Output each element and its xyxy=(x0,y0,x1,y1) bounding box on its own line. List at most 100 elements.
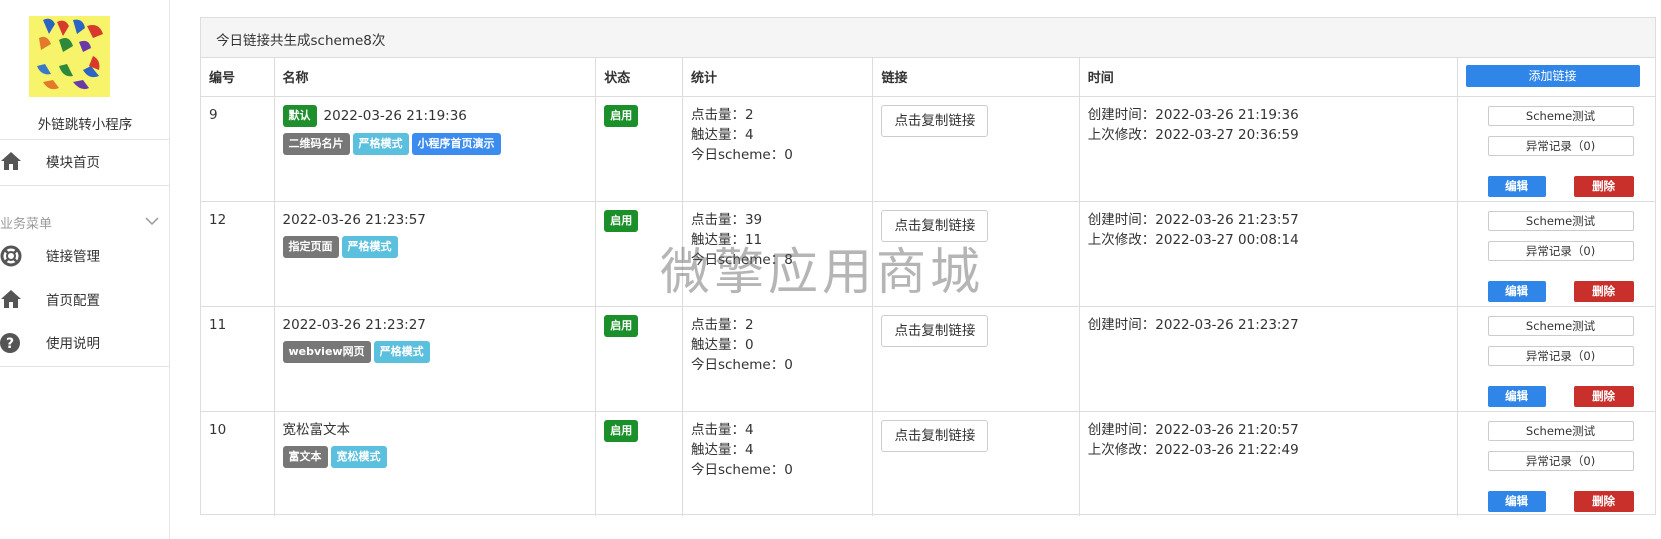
cell-link: 点击复制链接 xyxy=(872,306,1080,412)
col-header-name: 名称 xyxy=(274,58,597,97)
edit-button[interactable]: 编辑 xyxy=(1487,176,1546,197)
stat-line: 点击量：2 xyxy=(690,317,754,333)
edit-button[interactable]: 编辑 xyxy=(1487,386,1546,407)
time-line: 上次修改：2022-03-26 21:22:49 xyxy=(1087,442,1299,458)
sidebar-item-label: 链接管理 xyxy=(46,249,100,265)
delete-button[interactable]: 删除 xyxy=(1573,281,1634,302)
cell-link: 点击复制链接 xyxy=(872,96,1080,202)
edit-button[interactable]: 编辑 xyxy=(1487,491,1546,512)
sidebar-item-label: 首页配置 xyxy=(46,293,100,309)
scheme-test-button[interactable]: Scheme测试 xyxy=(1487,211,1634,231)
add-link-button[interactable]: 添加链接 xyxy=(1465,65,1640,87)
sidebar-item-label: 模块首页 xyxy=(46,155,100,171)
delete-button[interactable]: 删除 xyxy=(1573,386,1634,407)
time-line: 上次修改：2022-03-27 00:08:14 xyxy=(1087,232,1299,248)
question-icon: ? xyxy=(0,332,22,353)
link-tag: 指定页面 xyxy=(282,236,339,258)
error-log-button[interactable]: 异常记录（0) xyxy=(1487,346,1634,366)
link-tag: 严格模式 xyxy=(373,341,430,363)
panel-header: 今日链接共生成scheme8次 xyxy=(201,18,1655,58)
link-tag: 二维码名片 xyxy=(282,133,350,155)
cell-actions: Scheme测试 异常记录（0) 编辑 删除 xyxy=(1457,96,1655,202)
table-row: 10 宽松富文本 富文本 宽松模式 启用 点击量：4 触达量：4 今日scheme：0 点击复制… xyxy=(201,411,1655,517)
link-id: 10 xyxy=(209,422,227,438)
copy-link-button[interactable]: 点击复制链接 xyxy=(881,420,989,452)
link-tag: 富文本 xyxy=(282,446,328,468)
col-header-status: 状态 xyxy=(595,58,683,97)
cell-id: 11 xyxy=(201,306,275,412)
sidebar-item-home-config[interactable]: 首页配置 xyxy=(0,284,170,314)
table-row: 11 2022-03-26 21:23:27 webview网页 严格模式 启用 点击量：… xyxy=(201,306,1655,412)
sidebar-item-label: 使用说明 xyxy=(46,336,100,352)
home-icon xyxy=(0,289,22,309)
scheme-test-button[interactable]: Scheme测试 xyxy=(1487,316,1634,336)
cell-name: 2022-03-26 21:23:57 指定页面 严格模式 xyxy=(274,201,597,307)
time-line: 创建时间：2022-03-26 21:23:27 xyxy=(1087,317,1299,333)
chevron-down-icon xyxy=(145,215,159,230)
link-tag: 严格模式 xyxy=(352,133,409,155)
error-log-button[interactable]: 异常记录（0) xyxy=(1487,241,1634,261)
stat-line: 点击量：2 xyxy=(690,107,754,123)
cell-status: 启用 xyxy=(595,306,683,412)
copy-link-button[interactable]: 点击复制链接 xyxy=(881,105,989,137)
scheme-summary: 今日链接共生成scheme8次 xyxy=(216,33,386,49)
stat-line: 触达量：11 xyxy=(690,232,763,248)
table-row: 9 默认 2022-03-26 21:19:36 二维码名片 严格模式 小程序首页演示 启用… xyxy=(201,96,1655,202)
cell-time: 创建时间：2022-03-26 21:19:36 上次修改：2022-03-27 … xyxy=(1079,96,1458,202)
time-line: 上次修改：2022-03-27 20:36:59 xyxy=(1087,127,1299,143)
copy-link-button[interactable]: 点击复制链接 xyxy=(881,315,989,347)
sidebar-divider xyxy=(0,366,170,367)
cell-name: 2022-03-26 21:23:27 webview网页 严格模式 xyxy=(274,306,597,412)
link-name: 2022-03-26 21:23:27 xyxy=(282,317,426,333)
sidebar: 外链跳转小程序 模块首页 业务菜单 链接管理 首页配置 ? 使用说明 xyxy=(0,0,170,539)
cell-stats: 点击量：2 触达量：0 今日scheme：0 xyxy=(682,306,874,412)
stat-line: 触达量：4 xyxy=(690,442,754,458)
stat-line: 今日scheme：0 xyxy=(690,462,793,478)
link-tag: webview网页 xyxy=(282,341,371,363)
col-header-actions: 添加链接 xyxy=(1457,58,1655,97)
col-header-link: 链接 xyxy=(872,58,1080,97)
time-line: 创建时间：2022-03-26 21:20:57 xyxy=(1087,422,1299,438)
stat-line: 触达量：0 xyxy=(690,337,754,353)
table-row: 12 2022-03-26 21:23:57 指定页面 严格模式 启用 点击量：39 触达量… xyxy=(201,201,1655,307)
cell-time: 创建时间：2022-03-26 21:23:57 上次修改：2022-03-27 … xyxy=(1079,201,1458,307)
menu-group-business[interactable]: 业务菜单 xyxy=(0,209,170,235)
app-logo xyxy=(29,16,110,97)
error-log-button[interactable]: 异常记录（0) xyxy=(1487,451,1634,471)
cell-name: 宽松富文本 富文本 宽松模式 xyxy=(274,411,597,516)
status-badge: 启用 xyxy=(604,105,639,127)
cell-status: 启用 xyxy=(595,411,683,516)
sidebar-divider xyxy=(0,185,170,186)
edit-button[interactable]: 编辑 xyxy=(1487,281,1546,302)
link-tag: 小程序首页演示 xyxy=(411,133,501,155)
col-header-time: 时间 xyxy=(1079,58,1458,97)
links-panel: 今日链接共生成scheme8次 编号 名称 状态 统计 链接 时间 添加链接 9… xyxy=(200,17,1656,517)
scheme-test-button[interactable]: Scheme测试 xyxy=(1487,106,1634,126)
cell-time: 创建时间：2022-03-26 21:23:27 xyxy=(1079,306,1458,412)
cell-link: 点击复制链接 xyxy=(872,411,1080,516)
cell-stats: 点击量：4 触达量：4 今日scheme：0 xyxy=(682,411,874,516)
status-badge: 启用 xyxy=(604,315,639,337)
copy-link-button[interactable]: 点击复制链接 xyxy=(881,210,989,242)
default-badge: 默认 xyxy=(282,105,317,127)
error-log-button[interactable]: 异常记录（0) xyxy=(1487,136,1634,156)
scheme-test-button[interactable]: Scheme测试 xyxy=(1487,421,1634,441)
link-id: 12 xyxy=(209,212,227,228)
cell-actions: Scheme测试 异常记录（0) 编辑 删除 xyxy=(1457,306,1655,412)
lifebuoy-icon xyxy=(0,245,22,267)
cell-id: 12 xyxy=(201,201,275,307)
delete-button[interactable]: 删除 xyxy=(1573,176,1634,197)
delete-button[interactable]: 删除 xyxy=(1573,491,1634,512)
menu-group-label: 业务菜单 xyxy=(0,217,53,232)
app-name: 外链跳转小程序 xyxy=(37,117,133,133)
sidebar-item-module-home[interactable]: 模块首页 xyxy=(0,146,170,176)
home-icon xyxy=(0,151,22,171)
cell-actions: Scheme测试 异常记录（0) 编辑 删除 xyxy=(1457,412,1655,517)
col-header-stats: 统计 xyxy=(682,58,874,97)
svg-text:?: ? xyxy=(6,336,14,352)
link-name: 2022-03-26 21:23:57 xyxy=(282,212,426,228)
link-name: 2022-03-26 21:19:36 xyxy=(323,108,467,124)
sidebar-item-usage-guide[interactable]: ? 使用说明 xyxy=(0,327,170,357)
sidebar-item-link-management[interactable]: 链接管理 xyxy=(0,240,170,270)
table-header-row: 编号 名称 状态 统计 链接 时间 添加链接 xyxy=(201,58,1655,97)
